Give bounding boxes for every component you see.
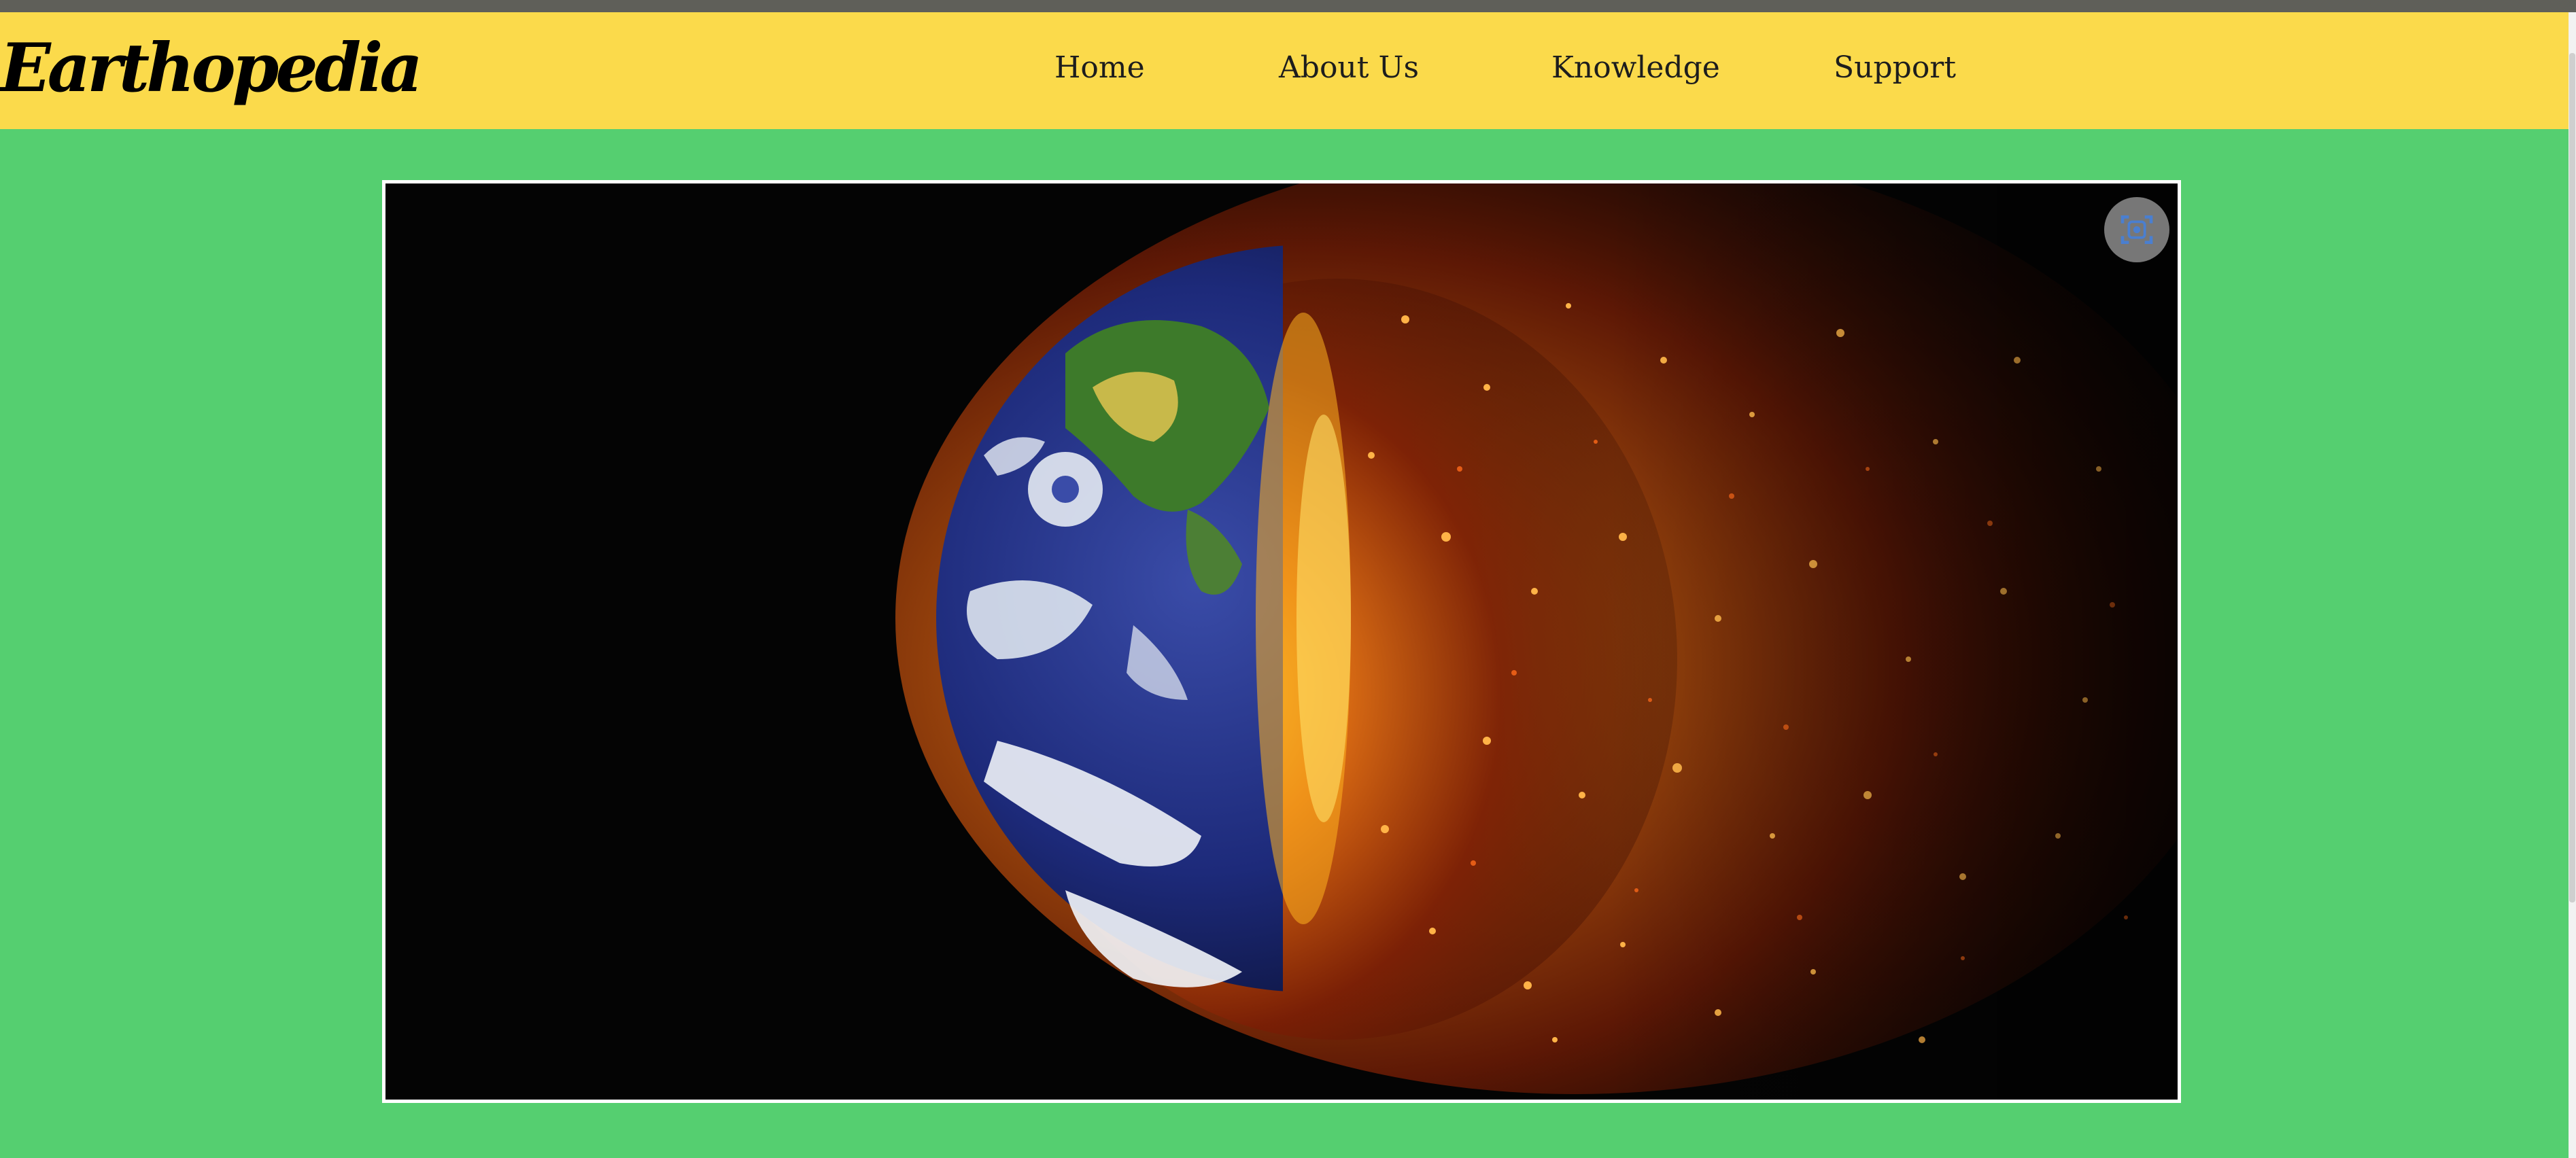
nav-about-us-link[interactable]: About Us: [1279, 48, 1419, 88]
hero-image-frame: [382, 180, 2181, 1103]
burning-earth-illustration: [385, 183, 2178, 1100]
nav-support-link[interactable]: Support: [1834, 48, 1956, 88]
scrollbar-thumb[interactable]: [2569, 53, 2575, 902]
focus-scan-icon: [2120, 215, 2153, 244]
capture-button[interactable]: [2104, 197, 2169, 262]
nav-knowledge-link[interactable]: Knowledge: [1551, 48, 1720, 88]
page-scrollbar[interactable]: [2569, 12, 2576, 1158]
browser-top-strip: [0, 0, 2576, 12]
main-nav: Home About Us Knowledge Support: [0, 48, 2576, 88]
nav-home-link[interactable]: Home: [1054, 48, 1145, 88]
hero-image: [385, 183, 2178, 1100]
